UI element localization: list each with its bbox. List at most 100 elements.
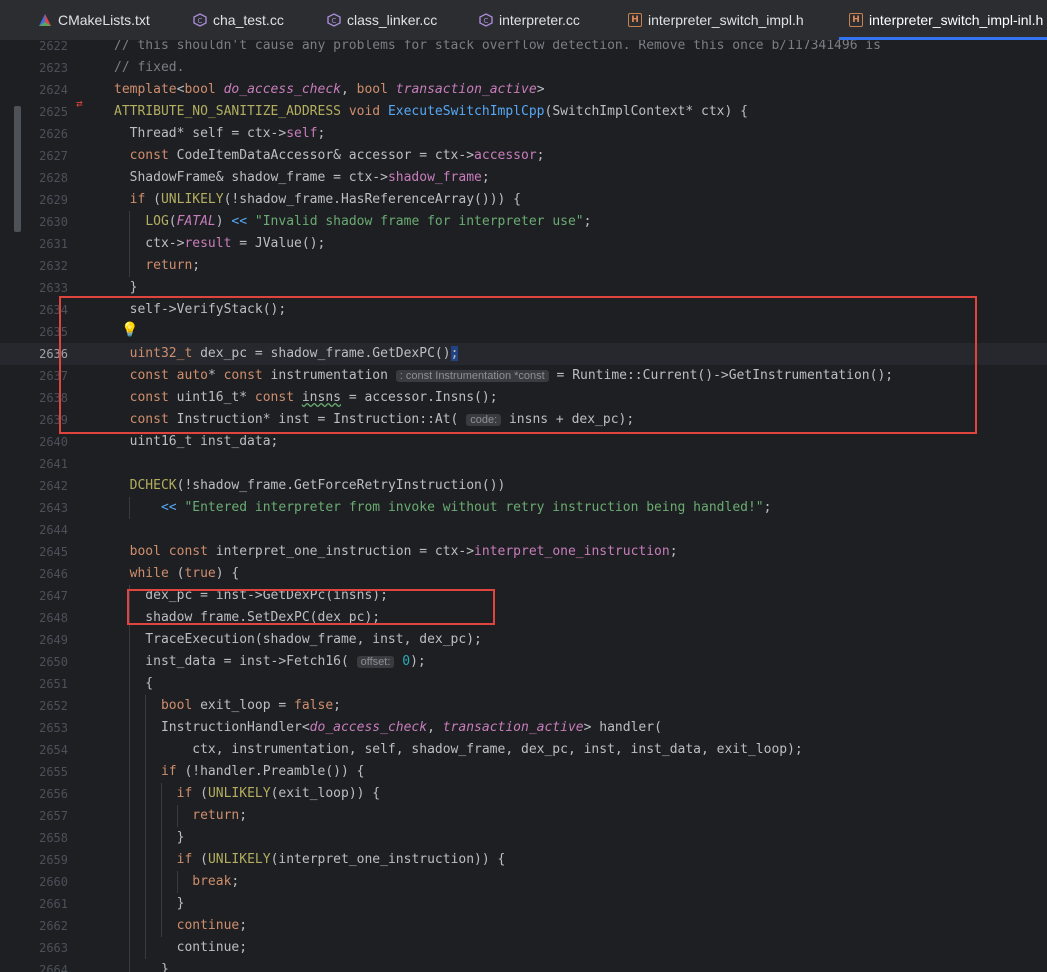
line-number: 2642	[39, 479, 68, 493]
line-number: 2654	[39, 743, 68, 757]
svg-text:C: C	[198, 17, 203, 25]
line-text: Thread* self = ctx->self;	[114, 126, 326, 141]
line-number: 2659	[39, 853, 68, 867]
cpp-file-icon: C	[327, 13, 341, 27]
tab-interpreter-switch-impl-inl-h[interactable]: H interpreter_switch_impl-inl.h	[838, 0, 1047, 40]
line-number: 2660	[39, 875, 68, 889]
line-number: 2624	[39, 83, 68, 97]
line-number: 2650	[39, 655, 68, 669]
line-number: 2640	[39, 435, 68, 449]
highlight-box-dexpc	[127, 589, 495, 625]
tab-label: interpreter_switch_impl-inl.h	[869, 12, 1044, 28]
tab-label: interpreter_switch_impl.h	[648, 12, 804, 28]
line-text: bool const interpret_one_instruction = c…	[129, 544, 678, 559]
code-line: 2653 InstructionHandler<do_access_check,…	[0, 717, 1047, 739]
code-line: 2658 }	[0, 827, 1047, 849]
line-number: 2639	[39, 413, 68, 427]
param-inlay-hint: offset:	[356, 656, 395, 668]
line-text: continue;	[114, 940, 248, 955]
code-line: 2664 }	[0, 959, 1047, 972]
code-line: 2623 // fixed.	[0, 57, 1047, 79]
line-text: const CodeItemDataAccessor& accessor = c…	[129, 148, 545, 163]
line-text: ctx, instrumentation, self, shadow_frame…	[114, 742, 803, 757]
line-text: if (UNLIKELY(interpret_one_instruction))…	[176, 852, 506, 867]
line-text: while (true) {	[129, 566, 240, 581]
tab-class-linker[interactable]: C class_linker.cc	[327, 0, 437, 40]
line-text: // this shouldn't cause any problems for…	[114, 40, 882, 53]
code-line: 2649 TraceExecution(shadow_frame, inst, …	[0, 629, 1047, 651]
line-number: 2633	[39, 281, 68, 295]
line-number: 2657	[39, 809, 68, 823]
cpp-file-icon: C	[193, 13, 207, 27]
code-line: 2631 ctx->result = JValue();	[0, 233, 1047, 255]
line-number: 2663	[39, 941, 68, 955]
line-number: 2637	[39, 369, 68, 383]
code-line: 2659 if (UNLIKELY(interpret_one_instruct…	[0, 849, 1047, 871]
line-number: 2661	[39, 897, 68, 911]
code-line: 2657 return;	[0, 805, 1047, 827]
line-number: 2647	[39, 589, 68, 603]
line-number: 2646	[39, 567, 68, 581]
header-file-icon: H	[849, 13, 863, 27]
tab-interpreter-switch-impl-h[interactable]: H interpreter_switch_impl.h	[628, 0, 804, 40]
code-line: 2652 bool exit_loop = false;	[0, 695, 1047, 717]
line-text: continue;	[176, 918, 248, 933]
line-number: 2656	[39, 787, 68, 801]
code-line: 2662 continue;	[0, 915, 1047, 937]
line-number: 2632	[39, 259, 68, 273]
code-line: 2661 }	[0, 893, 1047, 915]
override-arrow-icon[interactable]: ⇄	[76, 97, 83, 110]
code-line: 2663 continue;	[0, 937, 1047, 959]
line-text: inst_data = inst->Fetch16( offset: 0);	[114, 654, 426, 669]
line-number: 2630	[39, 215, 68, 229]
line-text: if (UNLIKELY(!shadow_frame.HasReferenceA…	[129, 192, 522, 207]
tab-cmakelists[interactable]: CMakeLists.txt	[38, 0, 150, 40]
code-line: 2627 const CodeItemDataAccessor& accesso…	[0, 145, 1047, 167]
line-number: 2664	[39, 963, 68, 972]
code-line: 2650 inst_data = inst->Fetch16( offset: …	[0, 651, 1047, 673]
line-text: {	[114, 676, 154, 691]
line-number: 2662	[39, 919, 68, 933]
line-text: ATTRIBUTE_NO_SANITIZE_ADDRESS void Execu…	[114, 104, 748, 119]
line-text: ShadowFrame& shadow_frame = ctx->shadow_…	[114, 170, 490, 185]
line-number: 2638	[39, 391, 68, 405]
line-number: 2644	[39, 523, 68, 537]
line-text: break;	[192, 874, 240, 889]
code-line: 2655 if (!handler.Preamble()) {	[0, 761, 1047, 783]
code-line: 2624 template<bool do_access_check, bool…	[0, 79, 1047, 101]
code-line: 2646 while (true) {	[0, 563, 1047, 585]
code-line: 2626 Thread* self = ctx->self;	[0, 123, 1047, 145]
tab-label: class_linker.cc	[347, 12, 438, 28]
line-text: if (UNLIKELY(exit_loop)) {	[176, 786, 381, 801]
line-number: 2641	[39, 457, 68, 471]
tab-interpreter[interactable]: C interpreter.cc	[479, 0, 580, 40]
line-text: }	[114, 962, 169, 972]
code-line: 2644	[0, 519, 1047, 541]
tab-label: CMakeLists.txt	[58, 12, 150, 28]
line-text: }	[114, 830, 185, 845]
line-number: 2645	[39, 545, 68, 559]
line-number: 2636	[39, 347, 68, 361]
line-text: // fixed.	[114, 60, 185, 75]
code-line: 2643 << "Entered interpreter from invoke…	[0, 497, 1047, 519]
line-number: 2626	[39, 127, 68, 141]
line-text: << "Entered interpreter from invoke with…	[160, 500, 772, 515]
line-text: bool exit_loop = false;	[160, 698, 341, 713]
line-number: 2653	[39, 721, 68, 735]
line-number: 2648	[39, 611, 68, 625]
tab-cha-test[interactable]: C cha_test.cc	[193, 0, 284, 40]
line-text: TraceExecution(shadow_frame, inst, dex_p…	[114, 632, 482, 647]
code-line: 2628 ShadowFrame& shadow_frame = ctx->sh…	[0, 167, 1047, 189]
line-number: 2622	[39, 40, 68, 53]
header-file-icon: H	[628, 13, 642, 27]
line-number: 2643	[39, 501, 68, 515]
code-line: 2642 DCHECK(!shadow_frame.GetForceRetryI…	[0, 475, 1047, 497]
tab-label: interpreter.cc	[499, 12, 580, 28]
line-text: LOG(FATAL) << "Invalid shadow frame for …	[145, 214, 592, 229]
code-line: 2660 break;	[0, 871, 1047, 893]
highlight-box-setup	[59, 296, 977, 434]
editor-tab-bar: CMakeLists.txt C cha_test.cc C class_lin…	[0, 0, 1047, 41]
code-editor[interactable]: 2622 // this shouldn't cause any problem…	[0, 40, 1047, 972]
line-number: 2658	[39, 831, 68, 845]
tab-label: cha_test.cc	[213, 12, 284, 28]
